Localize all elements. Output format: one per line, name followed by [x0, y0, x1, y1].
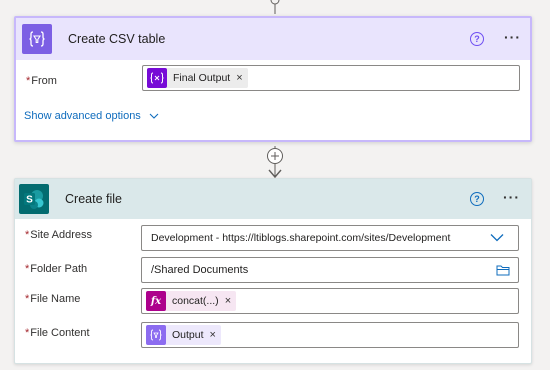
dynamic-content-token[interactable]: Output ×	[146, 325, 221, 345]
site-address-value: Development - https://ltiblogs.sharepoin…	[151, 232, 451, 244]
chevron-down-icon[interactable]	[490, 233, 504, 242]
required-marker: *	[25, 327, 30, 339]
folder-path-label: *Folder Path	[25, 263, 87, 275]
dynamic-content-token[interactable]: Final Output ×	[147, 68, 248, 88]
required-marker: *	[25, 263, 30, 275]
data-operation-icon	[146, 325, 166, 345]
from-label: *From	[26, 75, 57, 87]
file-content-input[interactable]: Output ×	[141, 322, 519, 348]
required-marker: *	[26, 75, 31, 87]
file-name-label-text: File Name	[30, 293, 81, 305]
variable-icon	[147, 68, 167, 88]
data-operation-icon	[22, 24, 52, 54]
remove-token-icon[interactable]: ×	[225, 295, 231, 307]
more-options-icon[interactable]: ···	[504, 29, 521, 45]
create-file-header[interactable]: S Create file ? ···	[15, 179, 531, 219]
help-icon[interactable]: ?	[470, 192, 484, 206]
connector-arrow-top	[270, 0, 280, 14]
insert-step-button[interactable]	[263, 146, 287, 180]
show-advanced-options-link[interactable]: Show advanced options	[24, 110, 159, 122]
token-label: concat(...)	[172, 295, 219, 307]
advanced-link-label: Show advanced options	[24, 110, 141, 122]
token-label: Final Output	[173, 72, 231, 84]
from-label-text: From	[31, 75, 57, 87]
file-name-input[interactable]: fx concat(...) ×	[141, 288, 519, 314]
site-address-label: *Site Address	[25, 229, 92, 241]
sharepoint-icon: S	[19, 184, 49, 214]
help-icon[interactable]: ?	[470, 32, 484, 46]
folder-path-input[interactable]: /Shared Documents	[141, 257, 519, 283]
file-content-label-text: File Content	[30, 327, 90, 339]
file-content-label: *File Content	[25, 327, 90, 339]
from-input[interactable]: Final Output ×	[142, 65, 520, 91]
file-name-label: *File Name	[25, 293, 80, 305]
create-file-card[interactable]: S Create file ? ··· *Site Address Develo…	[14, 178, 532, 364]
remove-token-icon[interactable]: ×	[210, 329, 216, 341]
more-options-icon[interactable]: ···	[503, 189, 520, 205]
site-address-label-text: Site Address	[30, 229, 93, 241]
card-title: Create CSV table	[68, 32, 166, 46]
token-label: Output	[172, 329, 204, 341]
remove-token-icon[interactable]: ×	[236, 72, 242, 84]
folder-icon[interactable]	[496, 264, 510, 276]
svg-text:S: S	[26, 195, 33, 206]
folder-path-label-text: Folder Path	[30, 263, 88, 275]
expression-fx-icon: fx	[146, 291, 166, 311]
chevron-down-icon	[149, 113, 159, 119]
site-address-dropdown[interactable]: Development - https://ltiblogs.sharepoin…	[141, 225, 519, 251]
required-marker: *	[25, 293, 30, 305]
create-csv-table-card[interactable]: Create CSV table ? ··· *From Final Outpu…	[14, 16, 532, 142]
card-title: Create file	[65, 192, 122, 206]
required-marker: *	[25, 229, 30, 241]
folder-path-value: /Shared Documents	[151, 264, 249, 276]
expression-token[interactable]: fx concat(...) ×	[146, 291, 237, 311]
create-csv-table-header[interactable]: Create CSV table ? ···	[16, 18, 530, 60]
